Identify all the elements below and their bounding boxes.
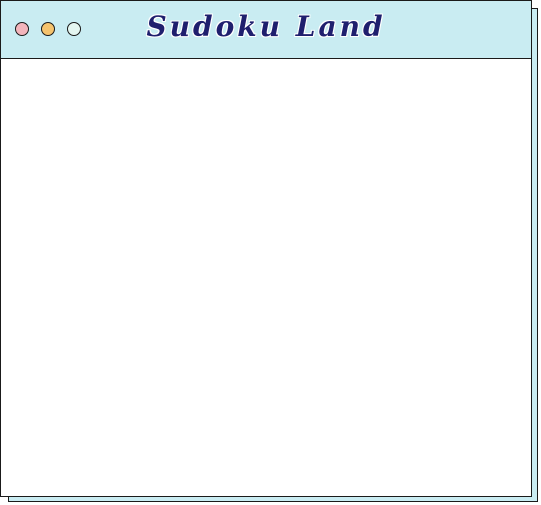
window-title: Sudoku Land: [146, 10, 386, 43]
scene: Sudoku Land: [0, 0, 541, 505]
title-bar[interactable]: Sudoku Land: [1, 1, 531, 59]
content-area: [1, 59, 531, 496]
app-window: Sudoku Land: [0, 0, 532, 497]
